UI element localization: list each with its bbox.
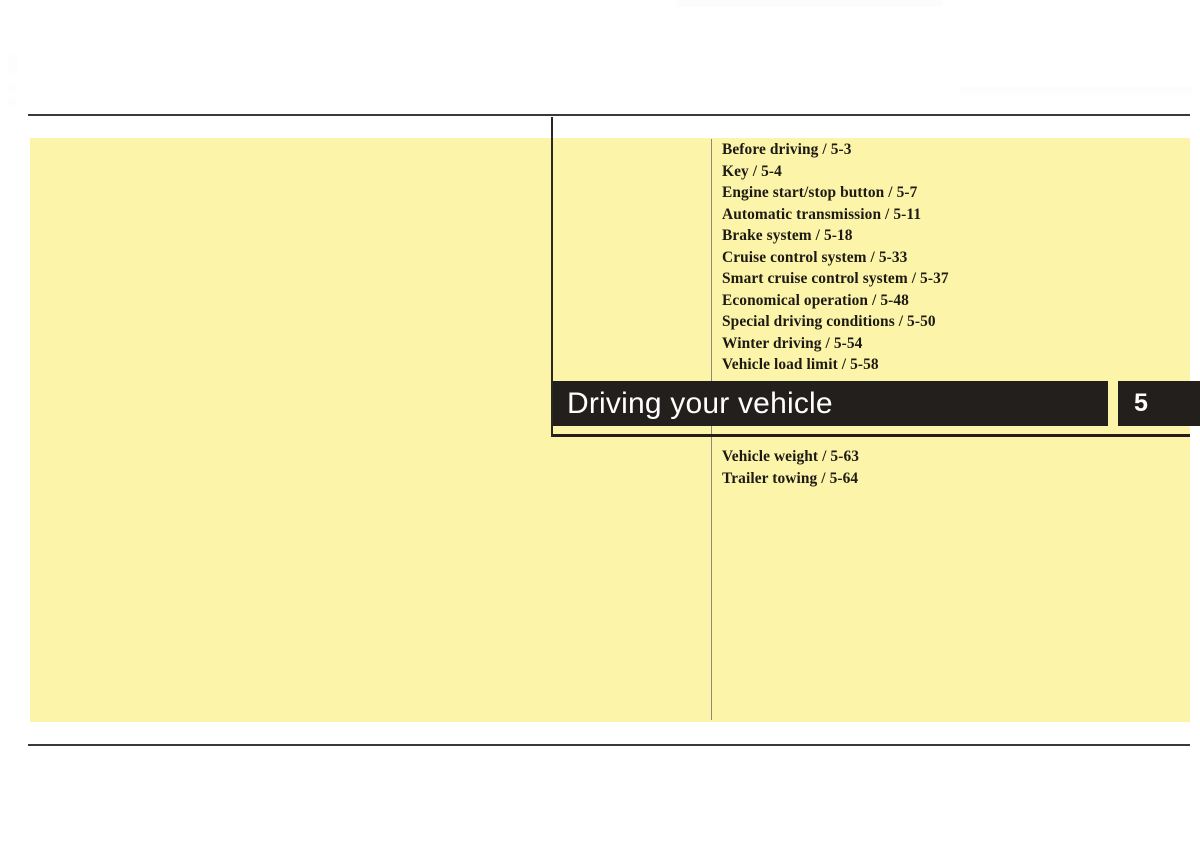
- toc-entry[interactable]: Vehicle load limit / 5-58: [722, 354, 1182, 376]
- toc-entry[interactable]: Economical operation / 5-48: [722, 290, 1182, 312]
- scan-artifact-left-b: [8, 83, 16, 93]
- toc-list-upper: Before driving / 5-3 Key / 5-4 Engine st…: [722, 139, 1182, 376]
- chapter-title-underline: [553, 434, 1190, 437]
- toc-entry[interactable]: Before driving / 5-3: [722, 139, 1182, 161]
- toc-entry[interactable]: Trailer towing / 5-64: [722, 468, 1182, 490]
- page-rule-bottom: [28, 744, 1190, 746]
- scan-artifact-left-a: [8, 55, 17, 73]
- toc-entry[interactable]: Special driving conditions / 5-50: [722, 311, 1182, 333]
- chapter-title-bar: Driving your vehicle: [553, 381, 1108, 426]
- manual-page: Before driving / 5-3 Key / 5-4 Engine st…: [0, 0, 1200, 861]
- toc-entry[interactable]: Brake system / 5-18: [722, 225, 1182, 247]
- illustration-panel-left: [30, 138, 552, 722]
- chapter-number-tab: 5: [1118, 381, 1200, 426]
- scan-artifact-left-c: [8, 97, 16, 105]
- toc-entry[interactable]: Winter driving / 5-54: [722, 333, 1182, 355]
- page-title: Driving your vehicle: [567, 386, 833, 420]
- toc-entry[interactable]: Automatic transmission / 5-11: [722, 204, 1182, 226]
- scan-artifact-header: [960, 86, 1192, 95]
- chapter-number: 5: [1134, 389, 1148, 417]
- toc-list-lower: Vehicle weight / 5-63 Trailer towing / 5…: [722, 446, 1182, 489]
- scan-artifact-top: [676, 0, 942, 7]
- toc-entry[interactable]: Engine start/stop button / 5-7: [722, 182, 1182, 204]
- toc-entry[interactable]: Key / 5-4: [722, 161, 1182, 183]
- toc-entry[interactable]: Smart cruise control system / 5-37: [722, 268, 1182, 290]
- toc-divider-vertical: [711, 139, 712, 720]
- toc-entry[interactable]: Cruise control system / 5-33: [722, 247, 1182, 269]
- toc-entry[interactable]: Vehicle weight / 5-63: [722, 446, 1182, 468]
- page-rule-top: [28, 114, 1190, 116]
